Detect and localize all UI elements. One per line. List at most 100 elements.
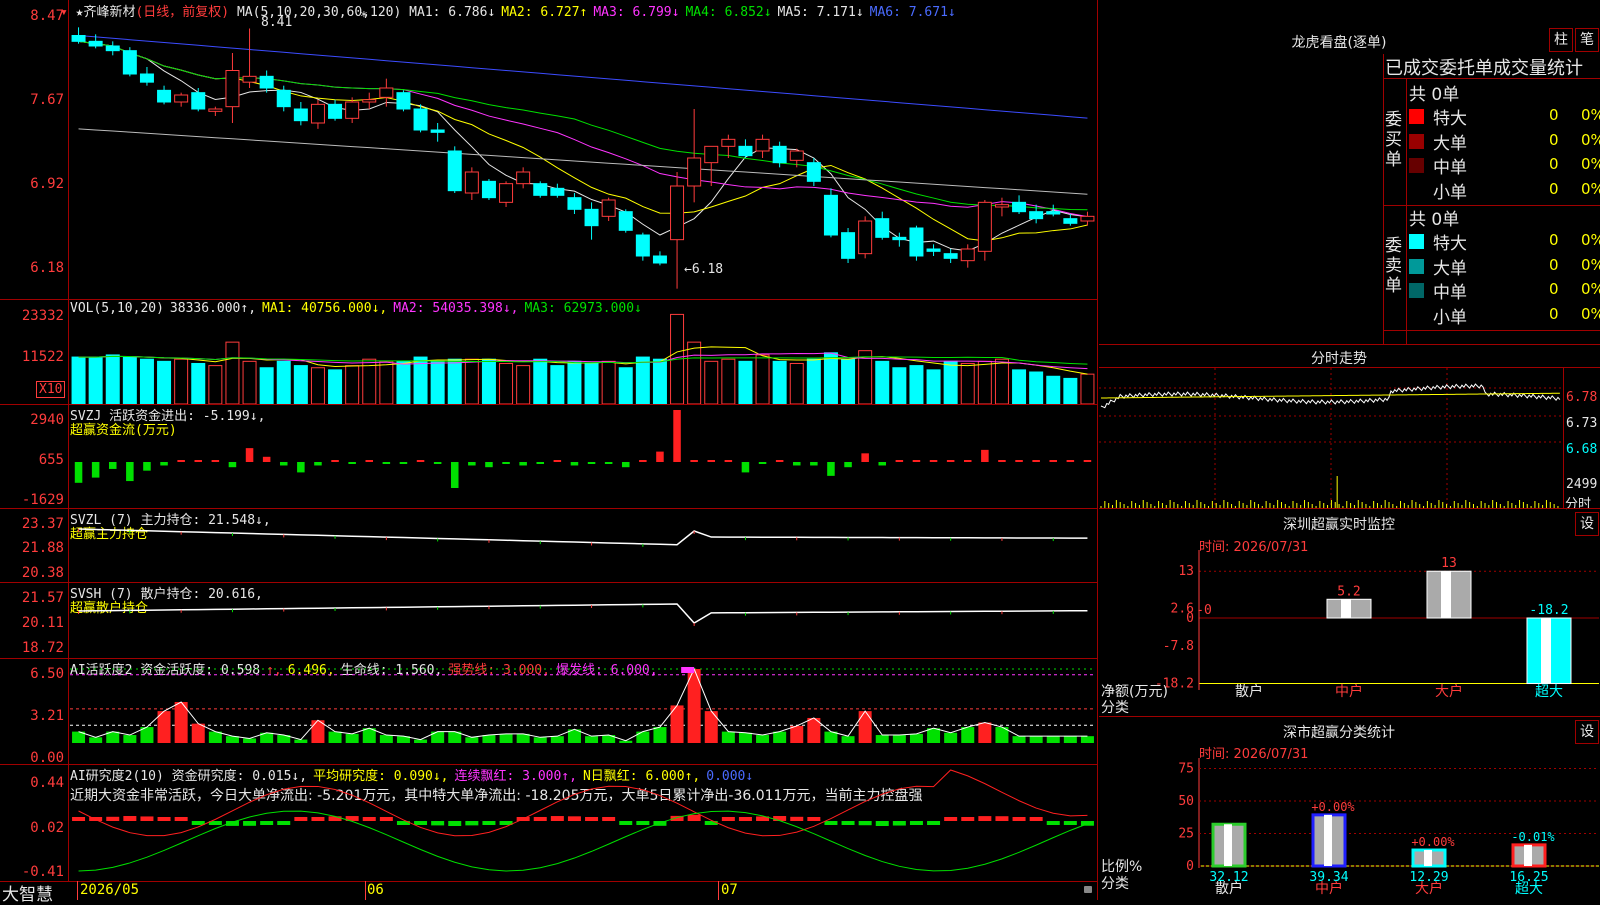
research-bar	[636, 821, 650, 825]
price-chart[interactable]	[70, 18, 1096, 298]
net-amount-label: 13	[1441, 556, 1457, 571]
low-price-annotation: ←6.18	[684, 262, 724, 277]
research-bar	[123, 816, 137, 821]
fund-flow-bar	[502, 462, 510, 464]
candle	[122, 50, 137, 75]
volume-bar	[71, 356, 86, 404]
volume-bar	[806, 358, 821, 404]
ai-research-axis-label: 0.02	[30, 820, 64, 836]
volume-bar	[1080, 373, 1095, 404]
order-type: 大单	[1433, 258, 1467, 279]
right-panel: 龙虎看盘(逐单) 柱 笔 已成交委托单成交量统计 委买单 共 0单 特大 0 0…	[1099, 0, 1600, 900]
fund-flow-bar	[245, 448, 254, 462]
candle	[379, 87, 394, 98]
order-color-swatch	[1409, 258, 1424, 274]
activity-bar	[465, 737, 479, 743]
main-chart-area[interactable]: 8.47 7.67 6.92 6.18 ▾ ★齐峰新材(日线，前复权) MA(5…	[0, 0, 1098, 905]
research-bar	[72, 817, 86, 821]
intraday-title: 分时走势	[1311, 351, 1367, 367]
svzj-chart[interactable]	[70, 405, 1096, 508]
candle	[157, 89, 172, 103]
order-percent: 0%	[1581, 106, 1600, 124]
activity-bar	[875, 735, 889, 743]
order-percent: 0%	[1581, 231, 1600, 249]
dragon-tiger-title: 龙虎看盘(逐单)	[1291, 35, 1387, 51]
candle	[738, 145, 753, 157]
ai-active-chart[interactable]	[70, 659, 1096, 764]
activity-bar	[1029, 736, 1043, 743]
research-bar	[892, 821, 906, 826]
volume-chart[interactable]	[70, 300, 1096, 404]
svzl-chart[interactable]	[70, 509, 1096, 582]
order-row: 大单 0 0%	[1409, 254, 1600, 279]
order-color-swatch	[1409, 109, 1424, 124]
volume-bar	[1029, 371, 1044, 404]
realtime-settings-button[interactable]: 设	[1575, 512, 1599, 536]
fund-flow-bar	[861, 453, 869, 462]
realtime-axis-label: 13	[1178, 564, 1194, 579]
class-xlabel: 分类	[1101, 876, 1129, 892]
candle	[88, 40, 103, 47]
ratio-change: -0.01%	[1511, 830, 1555, 844]
research-line-green	[78, 810, 1088, 872]
candle	[960, 248, 975, 262]
candle	[1029, 211, 1044, 220]
candle	[174, 94, 189, 103]
activity-bar	[1012, 736, 1026, 743]
realtime-bar-chart[interactable]: 132.60-7.8-18.2-0散户5.2中户13大户-18.2超大	[1099, 550, 1600, 720]
research-bar	[875, 821, 889, 826]
sell-side-label: 委卖单	[1385, 236, 1402, 296]
volume-bar	[704, 360, 719, 404]
net-amount-label: -0	[1196, 603, 1212, 618]
bar-mode-button[interactable]: 柱	[1549, 28, 1573, 52]
volume-bar	[88, 356, 103, 404]
order-percent: 0%	[1581, 130, 1600, 149]
research-bar	[465, 821, 479, 826]
research-bar	[277, 821, 291, 825]
activity-bar	[345, 733, 359, 743]
order-count: 0	[1549, 231, 1559, 249]
dragon-tiger-tabs[interactable]: 已成交委托单成交量统计	[1385, 54, 1583, 80]
ai-research-chart[interactable]	[70, 765, 1096, 881]
research-bar	[824, 821, 838, 825]
class-settings-button[interactable]: 设	[1575, 720, 1599, 744]
volume-bar	[379, 360, 394, 404]
ma60-line	[78, 128, 1088, 195]
activity-bar	[533, 737, 547, 743]
order-type: 大单	[1433, 133, 1467, 154]
activity-bar	[328, 731, 342, 743]
research-bar	[619, 821, 633, 825]
fund-flow-bar	[810, 462, 818, 466]
volume-bar	[447, 358, 462, 404]
pen-mode-button[interactable]: 笔	[1575, 28, 1599, 52]
research-bar	[328, 816, 342, 821]
ai-active-axis-label: 3.21	[30, 708, 64, 724]
candle	[516, 171, 531, 185]
fund-flow-bar	[160, 462, 168, 466]
collapse-icon[interactable]: ▾	[60, 5, 68, 20]
class-stats-chart[interactable]: 755025032.12散户39.34+0.00%中户12.29+0.00%大户…	[1099, 758, 1600, 900]
lock-icon[interactable]	[1084, 886, 1092, 893]
fund-flow-bar	[211, 460, 220, 462]
buy-side-label: 委买单	[1385, 110, 1402, 170]
intraday-vol-unit: 分时	[1565, 497, 1592, 512]
research-bar	[738, 817, 752, 821]
fund-flow-bar	[297, 462, 305, 473]
volume-bar	[721, 358, 736, 404]
volume-bar	[789, 362, 804, 404]
fund-flow-bar	[741, 462, 750, 473]
order-row: 特大 0 0%	[1409, 229, 1600, 254]
volume-bar	[943, 360, 958, 404]
activity-bar	[944, 732, 958, 743]
activity-bar	[756, 735, 770, 743]
research-bar	[294, 817, 308, 821]
intraday-chart[interactable]	[1099, 368, 1564, 508]
svsh-chart[interactable]	[70, 583, 1096, 658]
research-bar	[807, 817, 821, 821]
activity-bar	[550, 736, 564, 743]
activity-bar	[379, 735, 393, 743]
ai-active-axis-label: 0.00	[30, 750, 64, 766]
candle	[413, 108, 428, 131]
fund-flow-bar	[433, 462, 442, 464]
fund-flow-bar	[331, 460, 339, 462]
